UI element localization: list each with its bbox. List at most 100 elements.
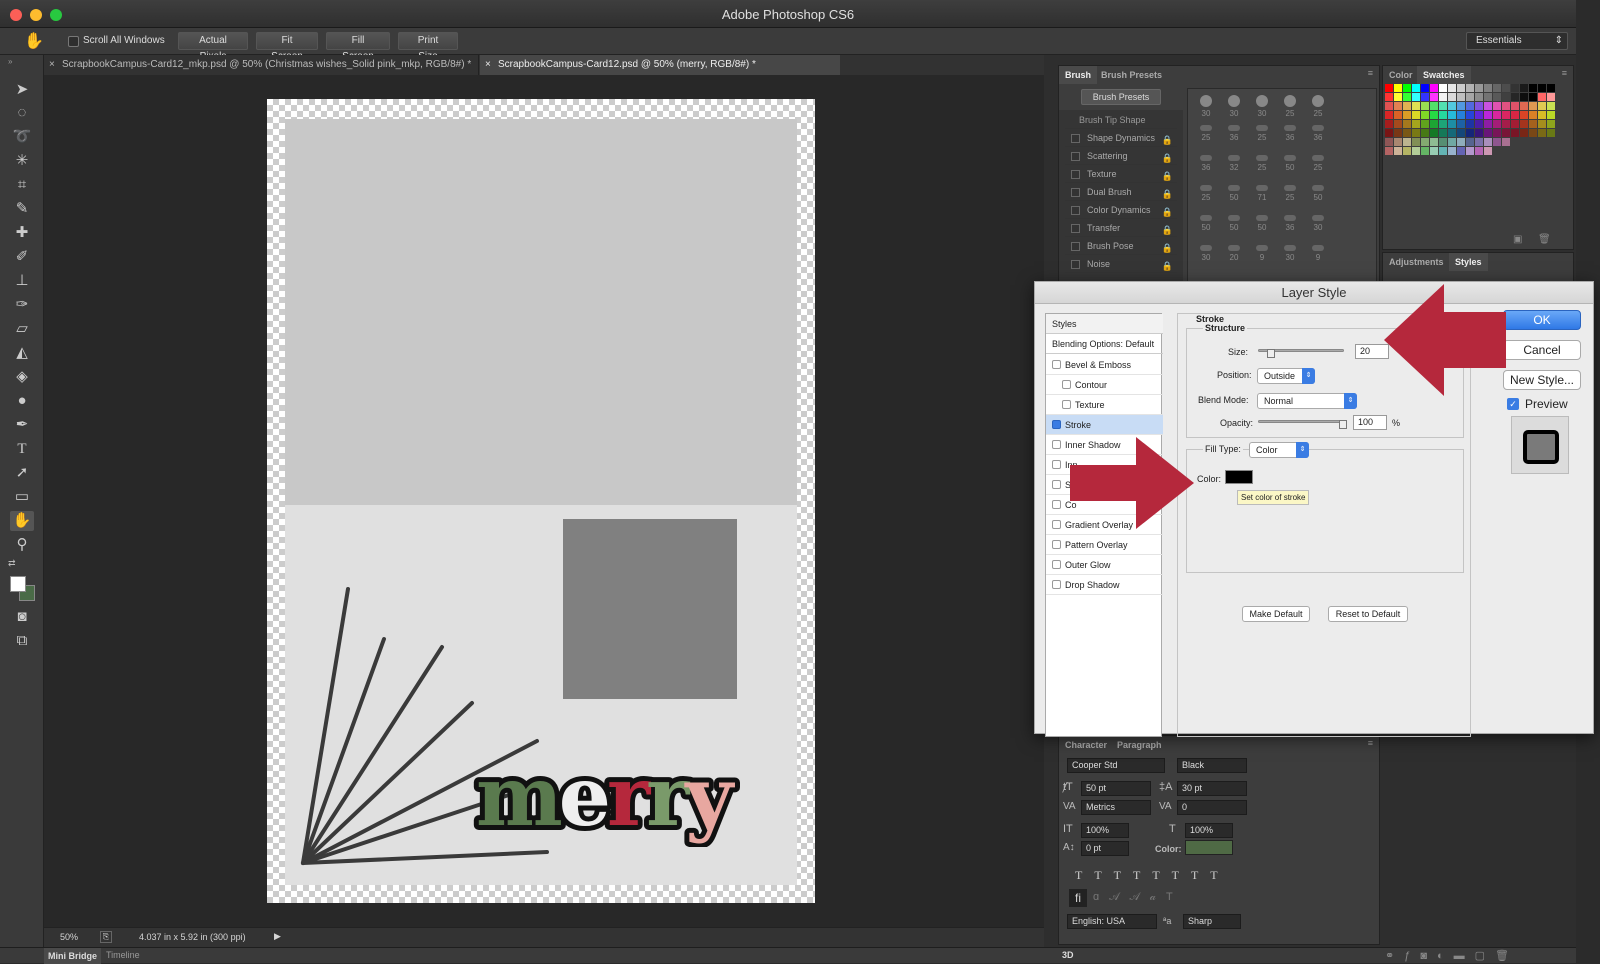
style-item-checkbox[interactable] [1052, 360, 1061, 369]
character-tab[interactable]: Character [1059, 736, 1113, 754]
brush-option-checkbox[interactable] [1071, 170, 1080, 179]
brush-option-checkbox[interactable] [1071, 134, 1080, 143]
color-swatch[interactable] [1439, 111, 1447, 119]
color-swatch[interactable] [1466, 120, 1474, 128]
color-swatch[interactable] [1466, 93, 1474, 101]
color-swatch[interactable] [1412, 120, 1420, 128]
baseline-shift-field[interactable]: 0 pt [1081, 841, 1129, 856]
brush-option-checkbox[interactable] [1071, 206, 1080, 215]
color-swatch[interactable] [1484, 111, 1492, 119]
swap-colors-icon[interactable]: ⇄ [8, 558, 16, 569]
color-swatch[interactable] [1511, 93, 1519, 101]
brush-option-item[interactable]: 🔒 Noise [1065, 256, 1177, 273]
color-swatch[interactable] [1484, 147, 1492, 155]
color-swatch[interactable] [1538, 129, 1546, 137]
color-swatch[interactable] [1403, 138, 1411, 146]
play-triangle-icon[interactable]: ▶ [274, 931, 281, 942]
style-item-checkbox[interactable] [1052, 520, 1061, 529]
color-swatch[interactable] [1412, 93, 1420, 101]
brush-presets-button[interactable]: Brush Presets [1081, 89, 1161, 105]
color-swatch[interactable] [1439, 93, 1447, 101]
brush-presets-tab[interactable]: Brush Presets [1095, 66, 1168, 84]
color-swatch[interactable] [1466, 147, 1474, 155]
color-swatch[interactable] [1547, 129, 1555, 137]
lock-icon[interactable]: 🔒 [1162, 222, 1173, 239]
type-tool-icon[interactable]: T [10, 439, 34, 459]
hand-tool-icon[interactable]: ✋ [10, 511, 34, 531]
color-swatch[interactable] [1538, 111, 1546, 119]
timeline-tab[interactable]: Timeline [106, 950, 140, 960]
color-swatch[interactable] [1502, 138, 1510, 146]
opacity-slider[interactable] [1258, 420, 1344, 423]
brush-option-item[interactable]: 🔒 Brush Pose [1065, 238, 1177, 255]
fill-screen-button[interactable]: Fill Screen [326, 32, 390, 62]
color-swatch[interactable] [1529, 111, 1537, 119]
color-swatch[interactable] [1421, 111, 1429, 119]
color-swatch[interactable] [1448, 102, 1456, 110]
brush-tip-cell[interactable]: 30 [1308, 215, 1328, 241]
panel-menu-icon[interactable]: ≡ [1368, 68, 1373, 78]
color-swatch[interactable] [1412, 129, 1420, 137]
color-swatch[interactable] [1457, 129, 1465, 137]
brush-tip-cell[interactable]: 71 [1252, 185, 1272, 211]
color-swatch[interactable] [1385, 147, 1393, 155]
foreground-color[interactable] [10, 576, 26, 592]
paint-bucket-tool-icon[interactable]: ◭ [10, 343, 34, 363]
color-swatch[interactable] [1520, 102, 1528, 110]
swatch-grid[interactable] [1383, 82, 1563, 182]
color-swatch[interactable] [1502, 102, 1510, 110]
style-item[interactable]: Drop Shadow [1046, 575, 1163, 595]
font-size-field[interactable]: 50 pt [1081, 781, 1151, 796]
brush-tip-cell[interactable]: 30 [1280, 245, 1300, 271]
font-family-select[interactable]: Cooper Std [1067, 758, 1165, 773]
lock-icon[interactable]: 🔒 [1162, 258, 1173, 275]
brush-option-item[interactable]: 🔒 Transfer [1065, 220, 1177, 237]
color-swatch[interactable] [1475, 147, 1483, 155]
eraser-tool-icon[interactable]: ▱ [10, 319, 34, 339]
print-size-button[interactable]: Print Size [398, 32, 458, 62]
style-item[interactable]: Stroke [1046, 415, 1163, 435]
move-tool-icon[interactable]: ➤ [10, 80, 34, 100]
brush-tip-cell[interactable]: 50 [1224, 215, 1244, 241]
color-swatch[interactable] [1520, 111, 1528, 119]
actual-pixels-button[interactable]: Actual Pixels [178, 32, 248, 62]
brush-tip-cell[interactable]: 36 [1280, 215, 1300, 241]
color-swatch[interactable] [1457, 93, 1465, 101]
style-item[interactable]: Texture [1046, 395, 1163, 415]
color-swatch[interactable] [1520, 129, 1528, 137]
color-swatch[interactable] [1403, 129, 1411, 137]
color-swatch[interactable] [1466, 84, 1474, 92]
brush-tip-cell[interactable]: 32 [1224, 155, 1244, 181]
brush-tip-shape-item[interactable]: Brush Tip Shape [1065, 112, 1177, 129]
fill-type-select[interactable]: Color ⇕ [1249, 442, 1309, 458]
color-swatch[interactable] [1538, 93, 1546, 101]
brush-tip-cell[interactable]: 50 [1280, 155, 1300, 181]
color-swatch[interactable] [1493, 93, 1501, 101]
position-select[interactable]: Outside ⇕ [1257, 368, 1315, 384]
color-swatch[interactable] [1421, 120, 1429, 128]
layer-actions-icons[interactable]: ⚭ƒ◙◐▬▢🗑 [1385, 949, 1519, 962]
color-swatch[interactable] [1520, 93, 1528, 101]
brush-option-checkbox[interactable] [1071, 242, 1080, 251]
close-tab-icon[interactable]: × [485, 55, 491, 75]
color-swatch[interactable] [1448, 111, 1456, 119]
ok-button[interactable]: OK [1503, 310, 1581, 330]
brush-tip-cell[interactable]: 25 [1308, 95, 1328, 121]
color-swatch[interactable] [1394, 147, 1402, 155]
color-swatch[interactable] [1502, 120, 1510, 128]
color-swatch[interactable] [1484, 120, 1492, 128]
color-swatch[interactable] [1430, 84, 1438, 92]
new-style-button[interactable]: New Style... [1503, 370, 1581, 390]
color-swatch[interactable] [1430, 147, 1438, 155]
color-swatch[interactable] [1430, 120, 1438, 128]
blending-options-item[interactable]: Blending Options: Default [1046, 334, 1163, 354]
color-swatch[interactable] [1502, 129, 1510, 137]
brush-tip-cell[interactable]: 36 [1308, 125, 1328, 151]
color-swatch[interactable] [1421, 102, 1429, 110]
color-swatch[interactable] [1448, 138, 1456, 146]
dodge-tool-icon[interactable]: ● [10, 391, 34, 411]
color-swatch[interactable] [1466, 129, 1474, 137]
color-swatch[interactable] [1475, 111, 1483, 119]
color-swatch[interactable] [1457, 102, 1465, 110]
color-swatch[interactable] [1547, 102, 1555, 110]
